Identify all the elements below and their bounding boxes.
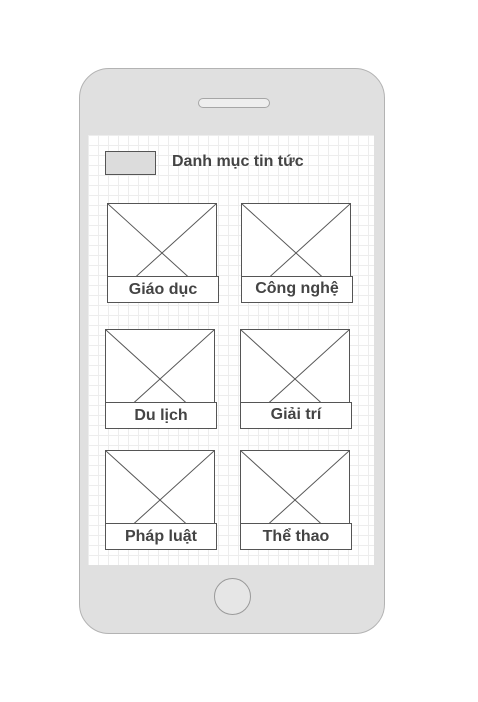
category-tile-cong-nghe[interactable]: Công nghệ <box>241 203 353 303</box>
home-button[interactable] <box>214 578 251 615</box>
phone-screen: Danh mục tin tức Giáo dục Công nghệ Du l… <box>88 135 374 565</box>
category-label: Thể thao <box>240 523 352 550</box>
category-label: Giải trí <box>240 402 352 429</box>
category-tile-giai-tri[interactable]: Giải trí <box>240 329 352 429</box>
category-tile-phap-luat[interactable]: Pháp luật <box>105 450 217 550</box>
header-placeholder-box[interactable] <box>105 151 156 175</box>
category-tile-giao-duc[interactable]: Giáo dục <box>107 203 219 303</box>
phone-speaker <box>198 98 270 108</box>
category-label: Du lịch <box>105 402 217 429</box>
category-tile-the-thao[interactable]: Thể thao <box>240 450 352 550</box>
category-label: Công nghệ <box>241 276 353 303</box>
page-title: Danh mục tin tức <box>172 153 304 170</box>
phone-frame: Danh mục tin tức Giáo dục Công nghệ Du l… <box>79 68 385 634</box>
category-tile-du-lich[interactable]: Du lịch <box>105 329 217 429</box>
category-label: Giáo dục <box>107 276 219 303</box>
category-label: Pháp luật <box>105 523 217 550</box>
